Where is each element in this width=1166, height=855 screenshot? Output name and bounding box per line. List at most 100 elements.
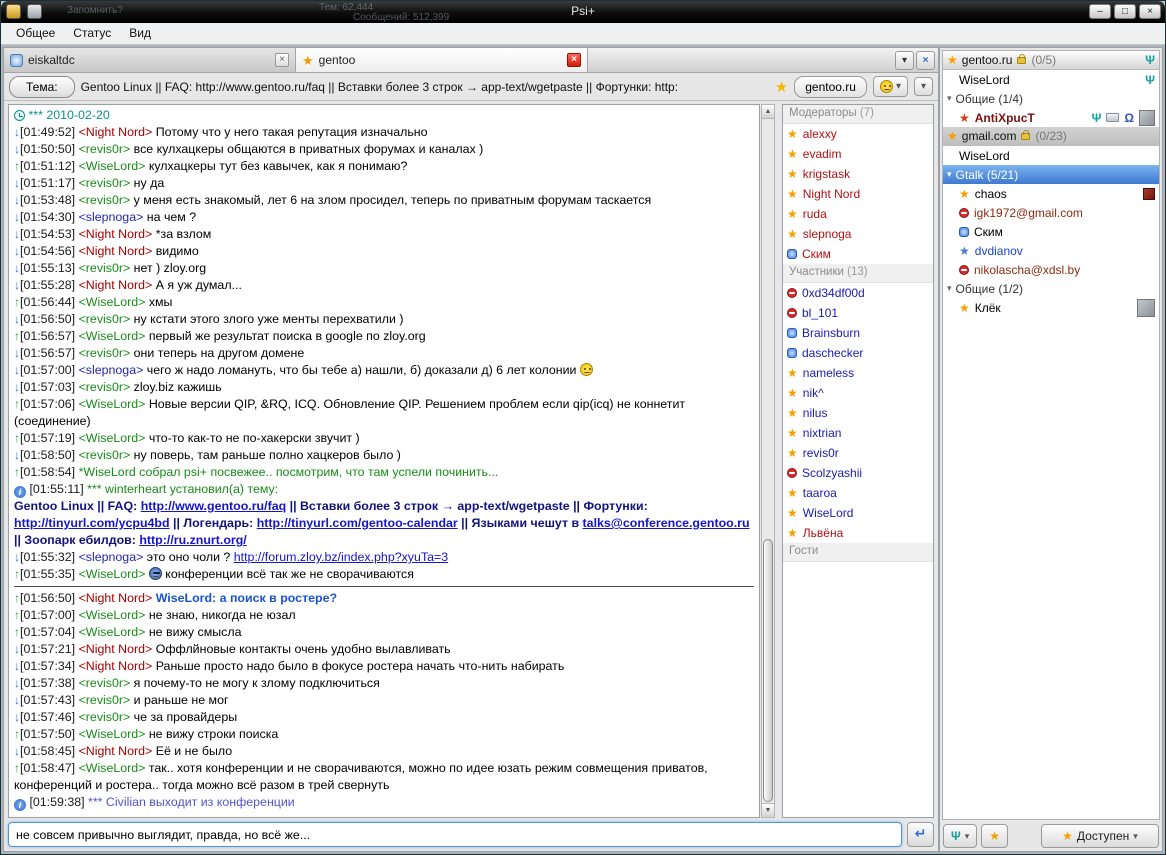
send-button[interactable]: ↵	[907, 822, 934, 847]
chat-text: [01:54:56]	[20, 244, 79, 258]
participant-item[interactable]: ★Night Nord	[783, 184, 933, 204]
menu-item[interactable]: Статус	[64, 23, 120, 43]
topic-button[interactable]: Тема:	[9, 76, 75, 98]
chat-date-header: *** 2010-02-20	[14, 107, 754, 124]
close-tab-button[interactable]: ×	[916, 51, 935, 70]
account-menu-button[interactable]: Ψ ▾	[943, 824, 977, 848]
participant-name: WiseLord	[803, 506, 854, 520]
chat-text: <Night Nord>	[79, 278, 156, 292]
participant-item[interactable]: ★evadim	[783, 144, 933, 164]
roster-group-header[interactable]: ▾Gtalk (5/21)	[943, 165, 1159, 184]
roster-account-header[interactable]: ★gmail.com(0/23)	[943, 127, 1159, 146]
participant-item[interactable]: Scolzyashii	[783, 463, 933, 483]
chat-message: ↓[01:50:50] <revis0r> все кулхацкеры общ…	[14, 141, 754, 158]
roster-contact[interactable]: nikolascha@xdsl.by	[943, 260, 1159, 279]
emoticons-button[interactable]: ▾	[873, 76, 908, 97]
participant-item[interactable]: ★nixtrian	[783, 423, 933, 443]
message-link[interactable]: http://ru.znurt.org/	[139, 533, 246, 547]
tab-eiskaltdc[interactable]: eiskaltdc×	[4, 48, 296, 72]
scroll-down-button[interactable]: ▼	[762, 803, 774, 817]
minimize-button[interactable]: –	[1089, 4, 1111, 19]
participant-item[interactable]: ★revis0r	[783, 443, 933, 463]
roster-contact[interactable]: ★Клёк	[943, 298, 1159, 317]
scroll-up-button[interactable]: ▲	[762, 105, 774, 119]
section-count: (7)	[860, 107, 874, 119]
tab-gentoo[interactable]: ★gentoo×	[296, 48, 588, 72]
roster-contact[interactable]: ★AntiXpucTΨΩ	[943, 108, 1159, 127]
roster-contact[interactable]: WiseLord	[943, 146, 1159, 165]
participant-item[interactable]: bl_101	[783, 303, 933, 323]
account-icon: ★	[947, 130, 958, 142]
chat-text: *** 2010-02-20	[25, 108, 110, 122]
bookmark-star-icon[interactable]: ★	[775, 78, 788, 96]
participant-item[interactable]: Brainsburn	[783, 323, 933, 343]
chat-text: <WiseLord>	[79, 608, 149, 622]
roster-contact[interactable]: Ским	[943, 222, 1159, 241]
contact-name: Ским	[974, 225, 1003, 239]
participant-name: Ским	[802, 247, 831, 261]
participant-item[interactable]: daschecker	[783, 343, 933, 363]
participant-item[interactable]: ★alexxy	[783, 124, 933, 144]
chat-message: ↓[01:57:34] <Night Nord> Раньше просто н…	[14, 658, 754, 675]
chat-text: <revis0r>	[79, 710, 134, 724]
star-icon: ★	[989, 830, 1000, 842]
room-name-button[interactable]: gentoo.ru	[794, 76, 867, 98]
roster-contact[interactable]: ★dvdianov	[943, 241, 1159, 260]
message-input[interactable]	[8, 822, 902, 847]
roster-contact[interactable]: igk1972@gmail.com	[943, 203, 1159, 222]
participant-item[interactable]: ★taaroa	[783, 483, 933, 503]
tab-list-dropdown-button[interactable]: ▾	[895, 51, 914, 70]
maximize-button[interactable]: □	[1114, 4, 1136, 19]
actions-dropdown-button[interactable]: ▾	[914, 77, 933, 96]
participant-item[interactable]: ★nik^	[783, 383, 933, 403]
chat-text: не знаю, никогда не юзал	[149, 608, 296, 622]
message-link[interactable]: http://tinyurl.com/gentoo-calendar	[257, 516, 458, 530]
message-link[interactable]: http://tinyurl.com/ycpu4bd	[14, 516, 170, 530]
chat-text: [01:59:38]	[26, 795, 88, 809]
close-button[interactable]: ×	[1139, 4, 1161, 19]
participant-item[interactable]: ★WiseLord	[783, 503, 933, 523]
chat-area: *** 2010-02-20↓[01:49:52] <Night Nord> П…	[8, 104, 934, 818]
chat-text: <revis0r>	[79, 193, 134, 207]
participant-item[interactable]: 0xd34df00d	[783, 283, 933, 303]
chat-text: [01:51:12]	[20, 159, 79, 173]
bookmarks-button[interactable]: ★	[981, 824, 1008, 848]
chat-text: [01:57:38]	[20, 676, 79, 690]
chat-text: zloy.biz кажишь	[134, 380, 222, 394]
chat-text: че за провайдеры	[134, 710, 237, 724]
participant-item[interactable]: ★krigstask	[783, 164, 933, 184]
chat-message: ↓[01:55:28] <Night Nord> А я уж думал...	[14, 277, 754, 294]
chat-text: [01:56:50]	[20, 591, 79, 605]
participant-item[interactable]: ★nameless	[783, 363, 933, 383]
psi-client-icon: Ψ	[1145, 53, 1155, 67]
participant-item[interactable]: ★nilus	[783, 403, 933, 423]
roster-account-header[interactable]: ★gentoo.ru(0/5)Ψ	[943, 51, 1159, 70]
roster-group-header[interactable]: ▾Общие (1/2)	[943, 279, 1159, 298]
tab-close-button[interactable]: ×	[275, 53, 289, 67]
participant-item[interactable]: Ским	[783, 244, 933, 264]
menu-item[interactable]: Вид	[120, 23, 160, 43]
roster-contact[interactable]: ★chaos	[943, 184, 1159, 203]
section-title: Гости	[789, 545, 818, 557]
message-link[interactable]: http://forum.zloy.bz/index.php?xyuTa=3	[234, 550, 448, 564]
chat-message: ↓[01:55:13] <revis0r> нет ) zloy.org	[14, 260, 754, 277]
menu-item[interactable]: Общее	[7, 23, 64, 43]
titlebar[interactable]: Запомнить? Тем: 62,444 Сообщений: 512,39…	[1, 1, 1165, 23]
message-link[interactable]: http://www.gentoo.ru/faq	[141, 499, 286, 513]
section-count: (13)	[847, 266, 867, 278]
participant-item[interactable]: ★slepnoga	[783, 224, 933, 244]
tab-close-button[interactable]: ×	[567, 53, 581, 67]
participant-item[interactable]: ★ruda	[783, 204, 933, 224]
participant-item[interactable]: ★Львёна	[783, 523, 933, 543]
chevron-down-icon: ▾	[896, 81, 901, 92]
status-button[interactable]: ★ Доступен ▾	[1041, 824, 1159, 848]
message-link[interactable]: talks@conference.gentoo.ru	[583, 516, 750, 530]
roster-contact[interactable]: WiseLordΨ	[943, 70, 1159, 89]
chat-scrollbar[interactable]: ▲ ▼	[761, 104, 775, 818]
roster-group-header[interactable]: ▾Общие (1/4)	[943, 89, 1159, 108]
chat-text: [01:57:19]	[20, 431, 79, 445]
chat-text: видимо	[156, 244, 199, 258]
info-icon: i	[14, 799, 26, 811]
scrollbar-thumb[interactable]	[763, 539, 773, 802]
dnd-status-icon	[959, 265, 969, 275]
